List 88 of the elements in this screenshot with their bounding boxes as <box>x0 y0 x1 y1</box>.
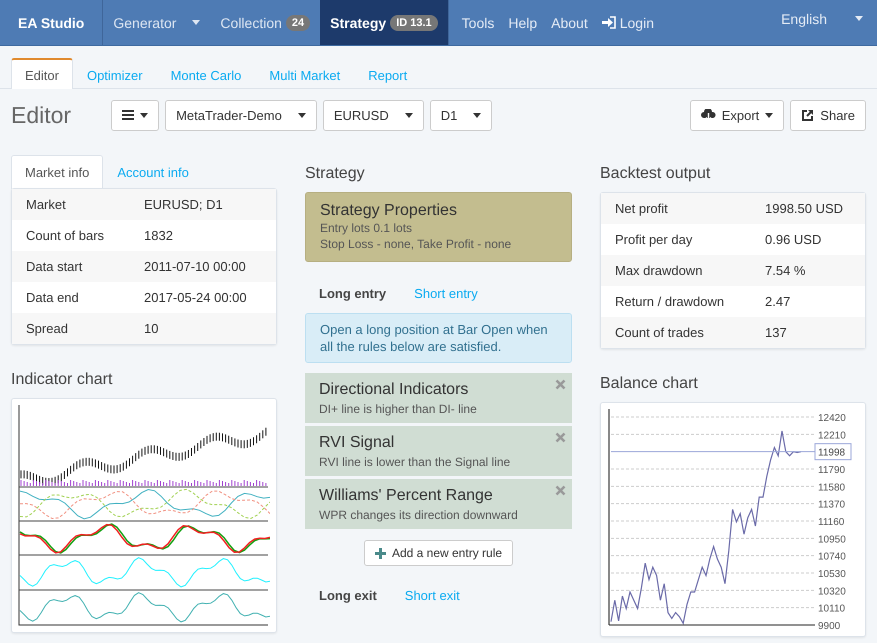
caret-icon <box>404 112 413 118</box>
rule-text: DI+ line is higher than DI- line <box>319 402 478 416</box>
section-title: Strategy <box>305 164 366 184</box>
tab[interactable]: Long entry <box>319 286 386 301</box>
rule-card[interactable]: Williams' Percent Range WPR changes its direction downward <box>305 479 572 529</box>
plus-icon <box>374 548 386 558</box>
axis-tick-label: 11370 <box>818 500 846 511</box>
tab[interactable]: Market info <box>11 155 104 189</box>
login-icon <box>602 16 616 29</box>
cloud-download-icon <box>700 109 716 121</box>
axis-tick-label: 11790 <box>818 465 846 476</box>
rule-text: RVI line is lower than the Signal line <box>319 455 512 469</box>
info-note: Open a long position at Bar Open when all the rules below are satisfied. <box>305 313 572 363</box>
count-badge: 24 <box>286 14 310 30</box>
table-cell-text: Return / drawdown <box>615 294 726 309</box>
axis-tick-label: 12420 <box>818 413 846 424</box>
table-cell-text: Spread <box>26 321 69 336</box>
axis-tick-label: 11580 <box>818 482 846 494</box>
table-cell-text: 2011-07-10 00:00 <box>144 259 247 274</box>
table-cell-text: 137 <box>765 325 788 340</box>
caret-icon <box>473 112 482 118</box>
rule-card[interactable]: RVI Signal RVI line is lower than the Signal line <box>305 426 572 476</box>
tab[interactable]: Long exit <box>319 588 377 603</box>
count-badge: ID 13.1 <box>390 14 438 30</box>
axis-tick-label: 10530 <box>818 569 846 580</box>
rule-title: RVI Signal <box>319 434 396 452</box>
nav-item[interactable]: Collection 24 <box>210 0 320 45</box>
table-cell-text: 10 <box>144 321 160 336</box>
table-cell-text: Count of trades <box>615 325 705 340</box>
section-title: Balance chart <box>600 374 699 394</box>
table-cell-text: EURUSD; D1 <box>144 197 224 212</box>
table-cell-text: 7.54 % <box>765 263 806 278</box>
dropdown-select[interactable]: EURUSD <box>322 100 424 130</box>
nav-link[interactable]: Tools <box>454 0 502 45</box>
caret-icon <box>140 112 148 118</box>
caret-icon <box>855 16 863 21</box>
table-cell-text: Profit per day <box>615 232 694 247</box>
add-rule-button[interactable]: Add a new entry rule <box>364 540 514 566</box>
axis-tick-label: 10320 <box>818 586 846 598</box>
language-dropdown[interactable]: English <box>781 0 877 45</box>
close-icon[interactable] <box>555 432 566 443</box>
rule-card[interactable]: Directional Indicators DI+ line is higher than DI- line <box>305 373 572 423</box>
section-title: Backtest output <box>600 164 712 184</box>
table-cell-text: Net profit <box>615 201 669 216</box>
menu-icon <box>122 110 134 120</box>
tab[interactable]: Editor <box>11 58 73 89</box>
table-cell-text: 1998.50 USD <box>765 201 844 216</box>
page-title: Editor <box>11 102 72 128</box>
table-cell-text: 0.96 USD <box>765 232 822 247</box>
axis-tick-label: 10950 <box>818 534 846 546</box>
menu-button[interactable] <box>111 100 160 130</box>
caret-icon <box>765 112 774 118</box>
axis-tick-label: 12210 <box>818 430 846 442</box>
dropdown-select[interactable]: MetaTrader-Demo <box>165 100 317 130</box>
table-cell-text: Data end <box>26 290 80 305</box>
share-icon <box>801 109 814 121</box>
card-text: Entry lots 0.1 lots <box>320 220 414 236</box>
current-balance-label: 11998 <box>818 448 846 459</box>
nav-item[interactable]: Generator <box>103 0 210 45</box>
rule-title: Williams' Percent Range <box>319 487 494 505</box>
card-text: Stop Loss - none, Take Profit - none <box>320 236 512 252</box>
table-cell-text: 2017-05-24 00:00 <box>144 290 248 305</box>
card-title: Strategy Properties <box>320 202 458 220</box>
close-icon[interactable] <box>555 485 566 496</box>
nav-link[interactable]: Help <box>501 0 544 45</box>
axis-tick-label: 9900 <box>818 621 840 631</box>
export-button[interactable]: Export <box>690 100 784 130</box>
strategy-properties-card[interactable]: Strategy Properties Entry lots 0.1 lots Stop Loss - none, Take Profit - none <box>305 192 572 262</box>
dropdown-select[interactable]: D1 <box>430 100 492 130</box>
table-cell-text: Max drawdown <box>615 263 704 278</box>
rule-text: WPR changes its direction downward <box>319 508 519 522</box>
table-cell-text: Count of bars <box>26 228 106 243</box>
table-cell-text: Data start <box>26 259 84 274</box>
rule-title: Directional Indicators <box>319 381 470 399</box>
nav-link[interactable]: About <box>544 0 595 45</box>
caret-icon <box>298 112 306 118</box>
brand-name[interactable]: EA Studio <box>0 0 104 45</box>
table-cell-text: 2.47 <box>765 294 792 309</box>
table-cell-text: 1832 <box>144 228 174 243</box>
section-title: Indicator chart <box>11 370 114 390</box>
share-button[interactable]: Share <box>790 100 866 130</box>
close-icon[interactable] <box>555 379 566 390</box>
nav-item[interactable]: Strategy ID 13.1 <box>320 0 448 45</box>
table-cell-text: Market <box>26 197 67 212</box>
axis-tick-label: 10110 <box>818 604 846 615</box>
axis-tick-label: 11160 <box>818 517 844 528</box>
nav-link[interactable]: Login <box>594 0 661 45</box>
axis-tick-label: 10740 <box>818 552 846 563</box>
